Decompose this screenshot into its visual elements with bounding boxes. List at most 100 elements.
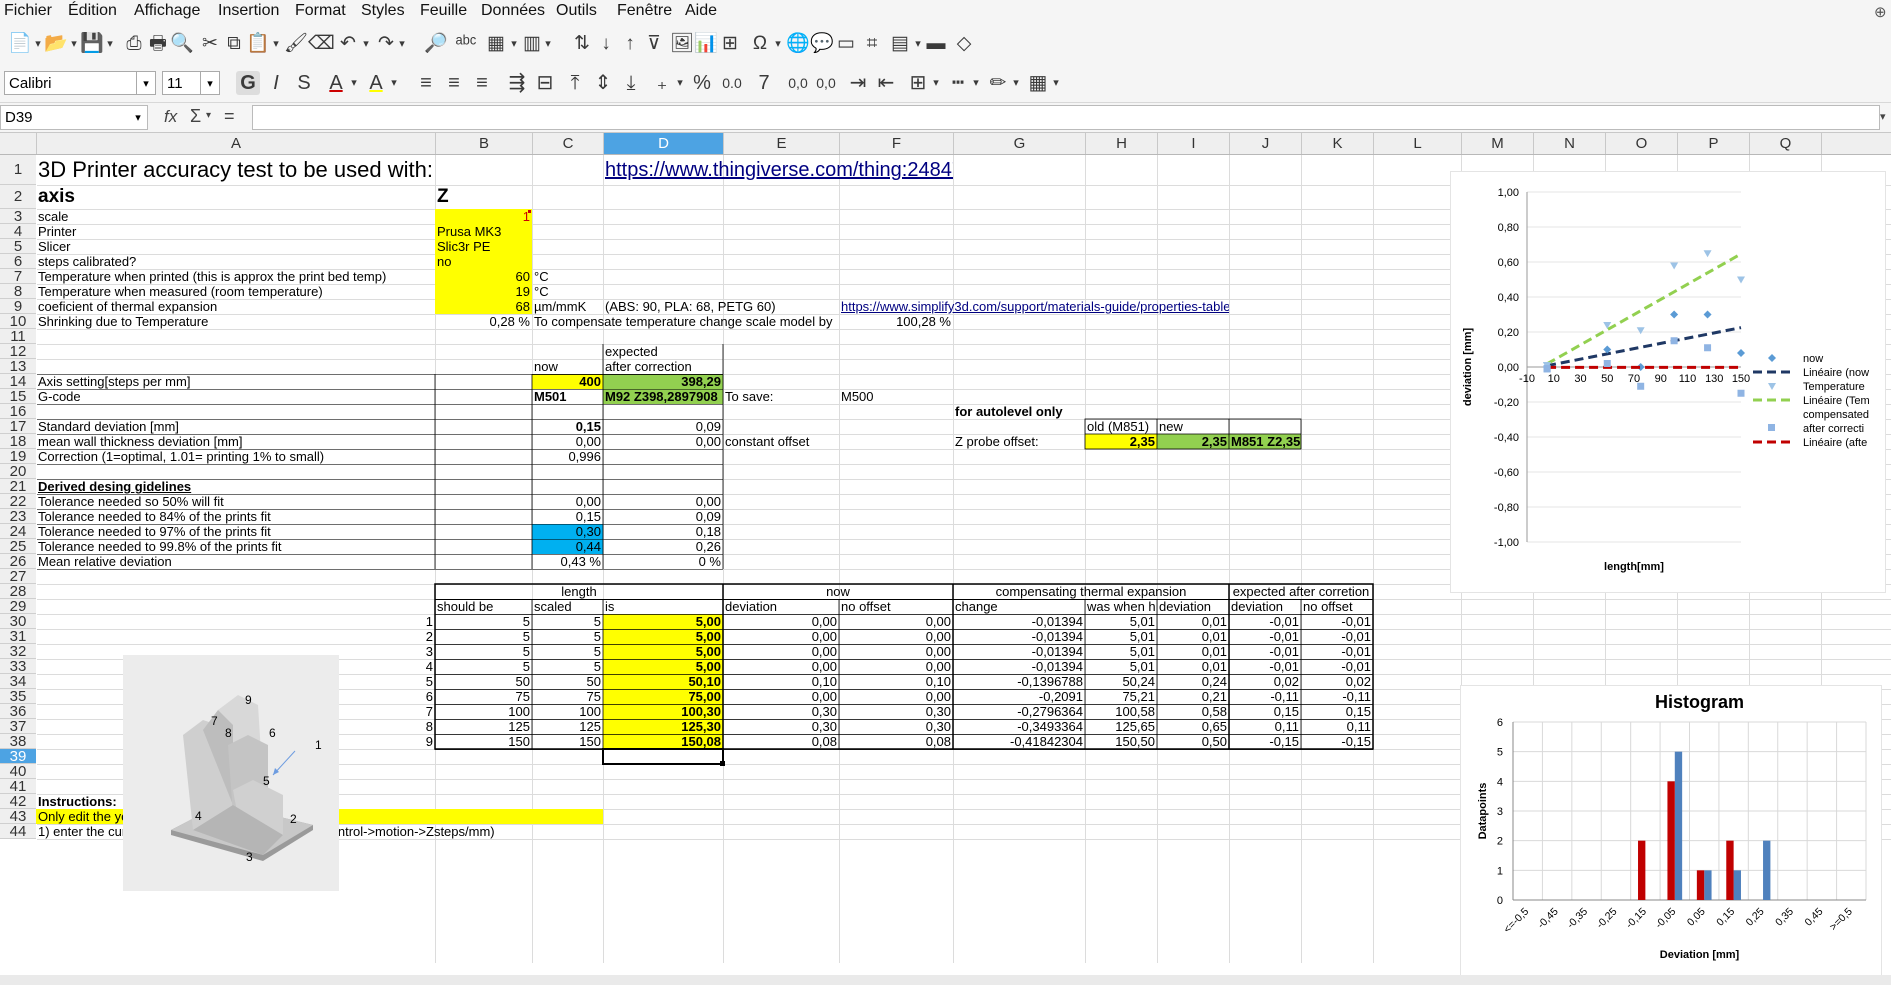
chevron-down-icon[interactable]: ▾ (206, 110, 211, 121)
chevron-down-icon[interactable]: ▾ (1010, 71, 1022, 95)
pivot-table-icon[interactable]: ⊞ (718, 32, 742, 56)
delete-decimal-icon[interactable]: 0,0 (814, 71, 838, 95)
row-header-35[interactable]: 35 (0, 689, 36, 704)
row-header-18[interactable]: 18 (0, 434, 36, 449)
special-character-icon[interactable]: Ω (748, 32, 772, 56)
sort-ascending-icon[interactable]: ↓ (594, 32, 618, 56)
align-bottom-icon[interactable]: ⤓ (619, 71, 643, 95)
formula-equals-icon[interactable]: = (224, 106, 235, 127)
row-header-13[interactable]: 13 (0, 359, 36, 374)
row-header-6[interactable]: 6 (0, 254, 36, 269)
chevron-down-icon[interactable]: ▾ (129, 106, 147, 129)
chevron-down-icon[interactable]: ▾ (270, 32, 282, 56)
export-pdf-icon[interactable]: ⎙ (122, 32, 146, 56)
menu-item[interactable]: Format (295, 2, 346, 20)
split-window-icon[interactable]: ▬ (924, 32, 948, 56)
undo-icon[interactable]: ↶ (336, 32, 360, 56)
insert-image-icon[interactable]: 🖼 (670, 32, 694, 56)
paste-icon[interactable]: 📋 (246, 32, 270, 56)
row-header-7[interactable]: 7 (0, 269, 36, 284)
percent-format-icon[interactable]: % (690, 71, 714, 95)
row-header-19[interactable]: 19 (0, 449, 36, 464)
increase-indent-icon[interactable]: ⇥ (846, 71, 870, 95)
row-header-12[interactable]: 12 (0, 344, 36, 359)
row-header-37[interactable]: 37 (0, 719, 36, 734)
font-name-box[interactable]: Calibri ▾ (4, 71, 156, 95)
border-style-icon[interactable]: ┅ (946, 71, 970, 95)
strikethrough-icon[interactable]: S (292, 71, 316, 95)
row-header-5[interactable]: 5 (0, 239, 36, 254)
select-all-corner[interactable] (0, 133, 37, 154)
formula-input[interactable] (252, 105, 1880, 130)
chevron-down-icon[interactable]: ▾ (360, 32, 372, 56)
comment-icon[interactable]: 💬 (810, 32, 834, 56)
find-replace-icon[interactable]: 🔎 (424, 32, 448, 56)
row-header-38[interactable]: 38 (0, 734, 36, 749)
font-size-box[interactable]: 11 ▾ (162, 71, 220, 95)
borders-icon[interactable]: ⊞ (906, 71, 930, 95)
row-header-27[interactable]: 27 (0, 569, 36, 584)
row-header-23[interactable]: 23 (0, 509, 36, 524)
row-header-28[interactable]: 28 (0, 584, 36, 599)
chevron-down-icon[interactable]: ▾ (772, 32, 784, 56)
cut-icon[interactable]: ✂ (198, 32, 222, 56)
row-header-30[interactable]: 30 (0, 614, 36, 629)
row-header-8[interactable]: 8 (0, 284, 36, 299)
row-header-31[interactable]: 31 (0, 629, 36, 644)
row-header-34[interactable]: 34 (0, 674, 36, 689)
print-preview-icon[interactable]: 🔍 (170, 32, 194, 56)
row-header-9[interactable]: 9 (0, 299, 36, 314)
menu-item[interactable]: Outils (556, 2, 597, 20)
align-middle-icon[interactable]: ⇕ (591, 71, 615, 95)
chevron-down-icon[interactable]: ▾ (388, 71, 400, 95)
row-header-11[interactable]: 11 (0, 329, 36, 344)
name-box[interactable]: D39 ▾ (0, 105, 148, 130)
align-left-icon[interactable]: ≡ (414, 71, 438, 95)
border-color-icon[interactable]: ✏ (986, 71, 1010, 95)
define-print-area-icon[interactable]: ⌗ (860, 32, 884, 56)
chevron-down-icon[interactable]: ▾ (136, 72, 155, 94)
number-format-icon[interactable]: 0.0 (720, 71, 744, 95)
row-header-42[interactable]: 42 (0, 794, 36, 809)
chevron-down-icon[interactable]: ▾ (32, 32, 44, 56)
open-icon[interactable]: 📂 (44, 32, 68, 56)
show-draw-functions-icon[interactable]: ◇ (952, 32, 976, 56)
spellcheck-icon[interactable]: ᵃᵇᶜ (454, 32, 478, 56)
row-icon[interactable]: ▦ (484, 32, 508, 56)
row-header-20[interactable]: 20 (0, 464, 36, 479)
menu-item[interactable]: Fenêtre (617, 2, 672, 20)
row-header-10[interactable]: 10 (0, 314, 36, 329)
row-header-1[interactable]: 1 (0, 155, 36, 185)
menu-item[interactable]: Feuille (420, 2, 467, 20)
conditional-format-icon[interactable]: ▦ (1026, 71, 1050, 95)
sort-icon[interactable]: ⇅ (570, 32, 594, 56)
merge-cells-icon[interactable]: ⊟ (533, 71, 557, 95)
autofilter-icon[interactable]: ⊽ (642, 32, 666, 56)
chevron-down-icon[interactable]: ▾ (930, 71, 942, 95)
row-header-2[interactable]: 2 (0, 185, 36, 209)
row-header-39[interactable]: 39 (0, 749, 36, 764)
chevron-down-icon[interactable]: ▾ (542, 32, 554, 56)
globe-icon[interactable]: ⊕ (1874, 3, 1887, 21)
wrap-text-icon[interactable]: ⇶ (505, 71, 529, 95)
chevron-down-icon[interactable]: ▾ (200, 72, 219, 94)
row-header-22[interactable]: 22 (0, 494, 36, 509)
chevron-down-icon[interactable]: ▾ (508, 32, 520, 56)
row-header-17[interactable]: 17 (0, 419, 36, 434)
menu-item[interactable]: Affichage (134, 2, 200, 20)
menu-item[interactable]: Données (481, 2, 545, 20)
chevron-down-icon[interactable]: ▾ (674, 71, 686, 95)
insert-chart-icon[interactable]: 📊 (694, 32, 718, 56)
save-icon[interactable]: 💾 (80, 32, 104, 56)
row-header-15[interactable]: 15 (0, 389, 36, 404)
function-wizard-icon[interactable]: fx (164, 107, 177, 127)
menu-item[interactable]: Fichier (4, 2, 52, 20)
header-footer-icon[interactable]: ▭ (834, 32, 858, 56)
row-header-25[interactable]: 25 (0, 539, 36, 554)
row-header-44[interactable]: 44 (0, 824, 36, 839)
row-header-3[interactable]: 3 (0, 209, 36, 224)
chevron-down-icon[interactable]: ▾ (1880, 110, 1886, 123)
row-header-29[interactable]: 29 (0, 599, 36, 614)
column-icon[interactable]: ▥ (520, 32, 544, 56)
row-header-36[interactable]: 36 (0, 704, 36, 719)
